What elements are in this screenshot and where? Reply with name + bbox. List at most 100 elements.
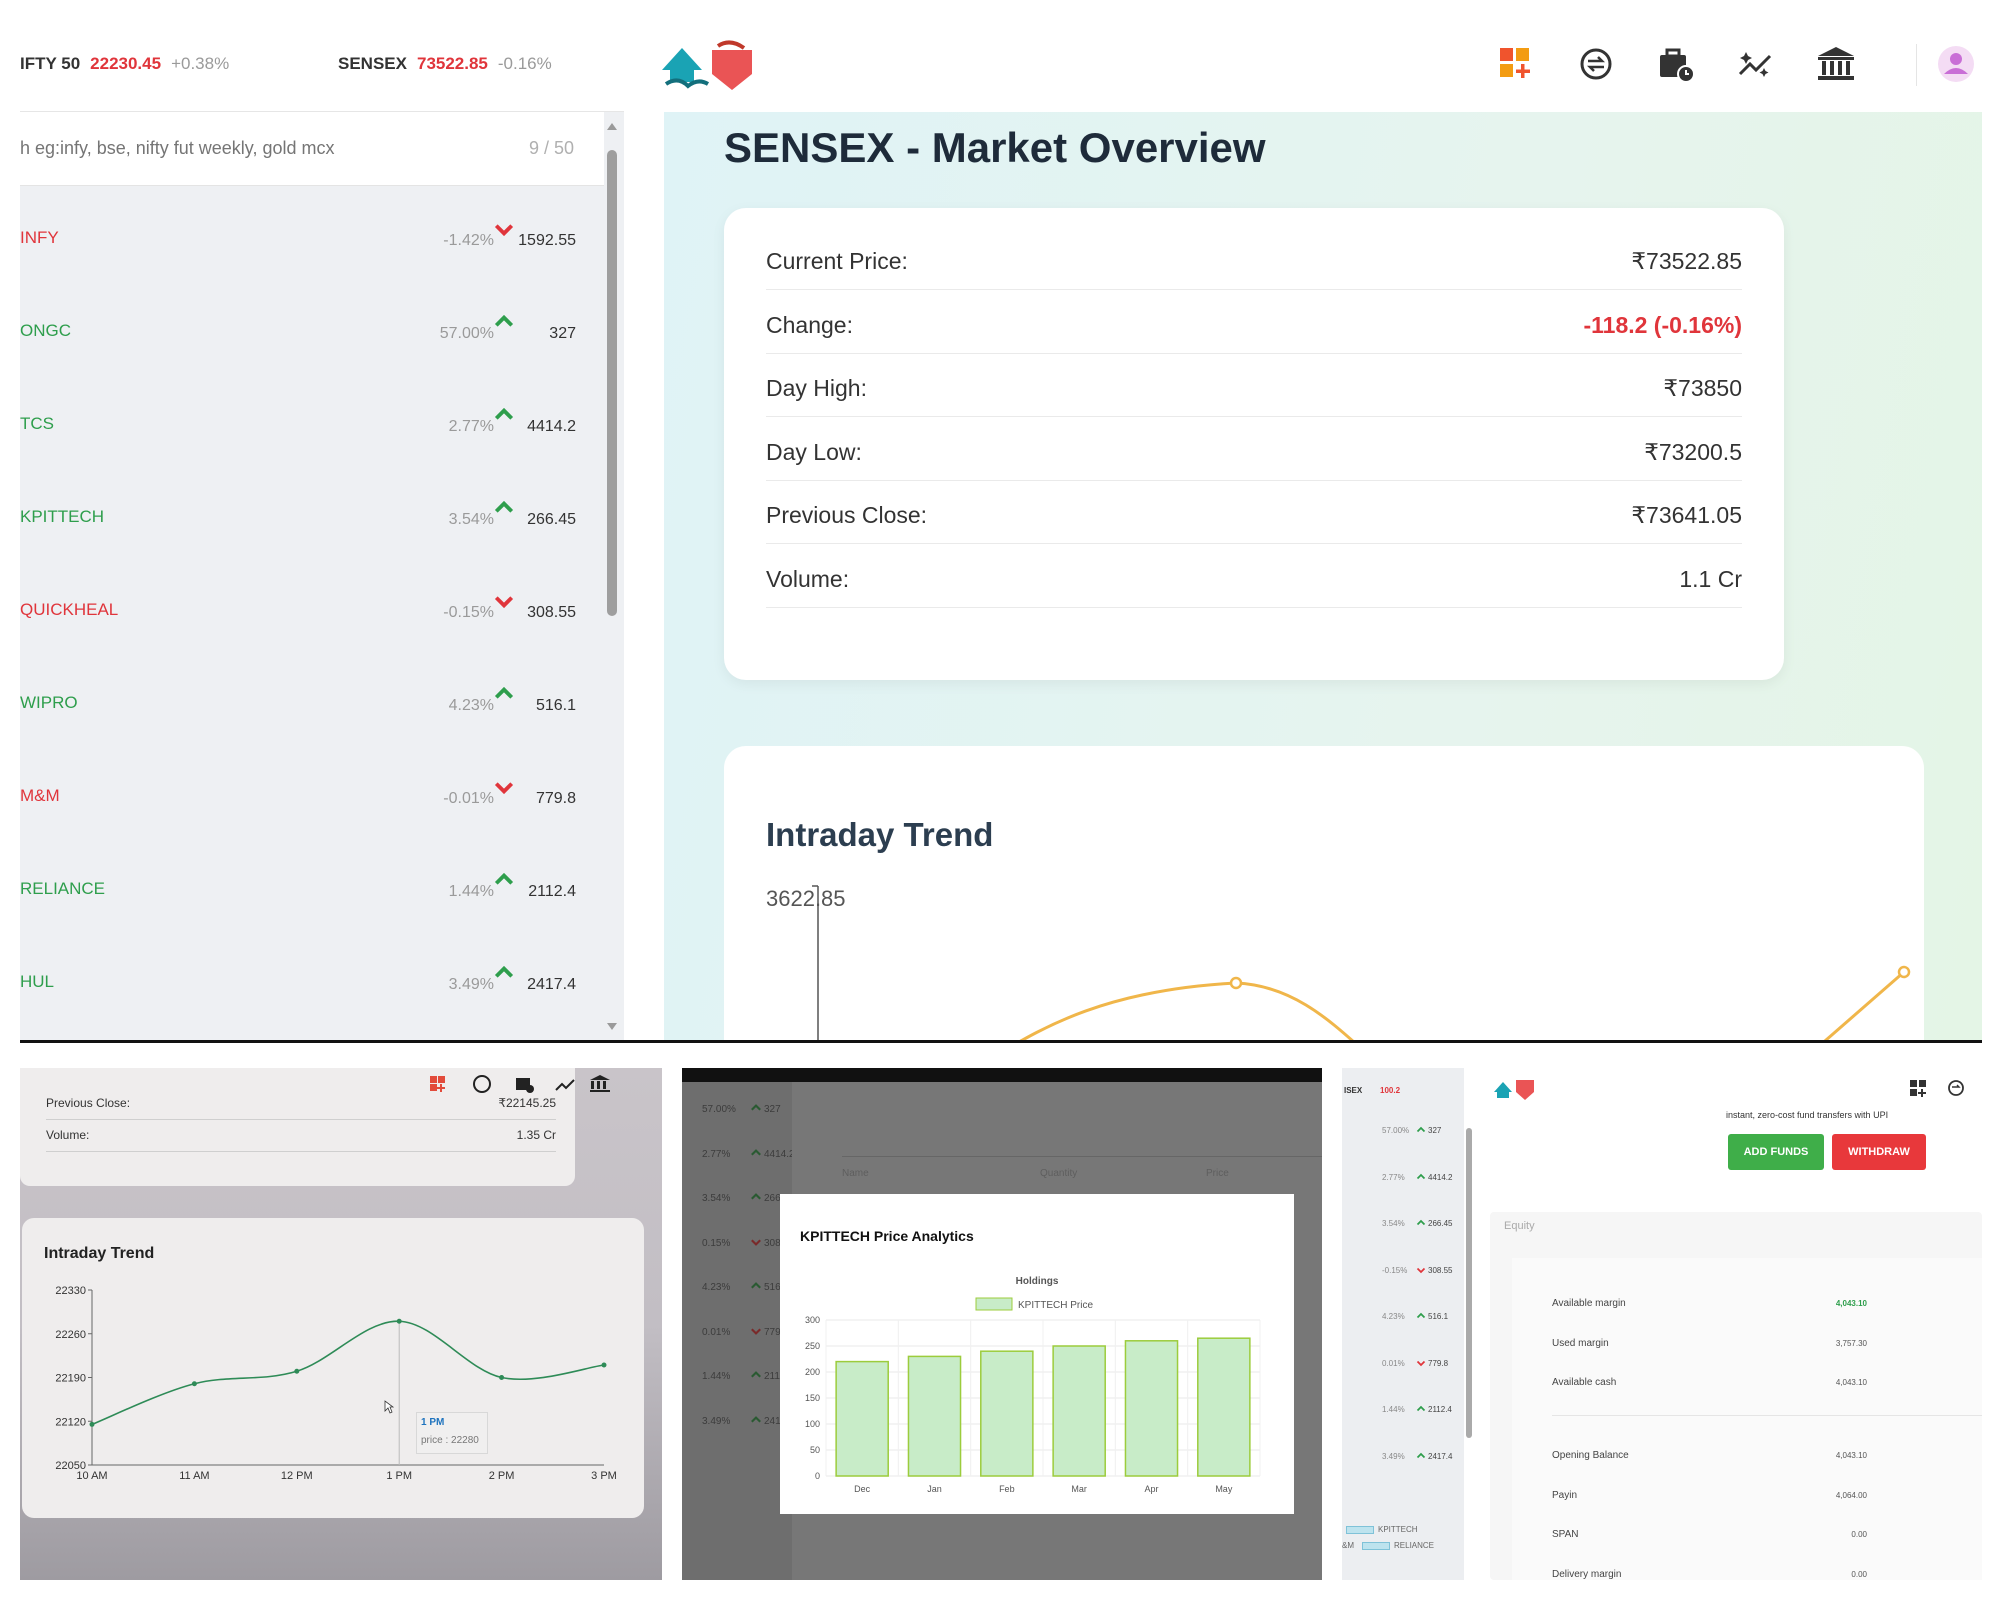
nifty-name: IFTY 50 (20, 54, 81, 73)
bar[interactable] (1197, 1337, 1251, 1477)
trend-point[interactable] (1229, 976, 1243, 990)
chevron-up-icon (494, 314, 514, 327)
photo-intraday-trend-panel: Previous Close: ₹22145.25 Volume: 1.35 C… (20, 1068, 662, 1580)
overview-row: Current Price: ₹73522.85 (766, 228, 1742, 290)
price-point[interactable] (89, 1421, 95, 1427)
bar[interactable] (980, 1350, 1034, 1477)
watchlist-item[interactable]: TCS 2.77% 4414.2 (20, 376, 590, 469)
trend-line-segment (1821, 970, 1905, 1042)
watchlist-item[interactable]: ONGC 57.00% 327 (20, 283, 590, 376)
watchlist-item[interactable]: INFY -1.42% 1592.55 (20, 190, 590, 283)
watchlist-ltp: 2112.4 (528, 883, 576, 900)
watchlist-symbol: RELIANCE (20, 879, 106, 898)
bank-icon[interactable] (1814, 42, 1858, 86)
dimmed-row-ltp: 4414.2 (764, 1148, 795, 1160)
watchlist-arrow (493, 590, 515, 612)
scroll-up-icon[interactable] (605, 120, 619, 134)
overview-value: -118.2 (-0.16%) (1583, 311, 1742, 338)
add-funds-button[interactable]: ADD FUNDS (1728, 1134, 1824, 1170)
price-point[interactable] (396, 1318, 402, 1324)
watchlist-arrow (493, 311, 515, 333)
intraday-line-chart: 220502212022190222602233010 AM 11 AM 12 PM… (55, 1285, 617, 1482)
funds-scrollbar[interactable] (1466, 1128, 1472, 1438)
watchlist-item[interactable]: RELIANCE 1.44% 2112.4 (20, 841, 590, 934)
dashboard-add-icon[interactable] (1908, 1078, 1928, 1098)
bar[interactable] (1052, 1345, 1106, 1477)
nifty-ticker[interactable]: IFTY 50 22230.45 +0.38% (20, 54, 229, 74)
watchlist-ltp: 779.8 (535, 790, 576, 807)
table-header-name: Name (842, 1168, 869, 1179)
watchlist-item[interactable]: M&M -0.01% 779.8 (20, 748, 590, 841)
exchange-icon[interactable] (1574, 42, 1618, 86)
watchlist-item[interactable]: QUICKHEAL -0.15% 308.55 (20, 562, 590, 655)
overview-label: Day Low: (766, 438, 862, 465)
portfolio-icon[interactable] (1654, 42, 1698, 86)
funds-sidebar-ltp: 4414.2 (1428, 1172, 1453, 1182)
analytics-icon[interactable] (1734, 42, 1778, 86)
chevron-up-icon (1416, 1452, 1426, 1458)
trend-line (1015, 981, 1357, 1042)
overview-label: Previous Close: (766, 502, 928, 528)
bar[interactable] (835, 1360, 889, 1477)
watchlist-item[interactable]: WIPRO 4.23% 516.1 (20, 655, 590, 748)
dashboard-add-icon[interactable] (1494, 42, 1538, 86)
price-point[interactable] (294, 1368, 300, 1374)
margin-label: Available margin (1552, 1298, 1626, 1309)
bar[interactable] (907, 1355, 962, 1477)
funds-panel: ISEX 100.2 57.00% 327 2.77% 4414.2 3.54% 266.… (1342, 1068, 1982, 1580)
x-tick-label: 10 AM (76, 1470, 107, 1482)
chevron-up-icon (494, 407, 514, 420)
watchlist-item[interactable]: KPITTECH 3.54% 266.45 (20, 469, 590, 562)
watchlist-scrollbar[interactable] (605, 120, 619, 1035)
margin-value: 0.00 (1851, 1570, 1867, 1579)
scrollbar-thumb[interactable] (607, 150, 617, 616)
nifty-change: +0.38% (171, 54, 230, 73)
watchlist-ltp: 2417.4 (527, 976, 576, 993)
margin-value: 4,043.10 (1835, 1378, 1867, 1387)
withdraw-button[interactable]: WITHDRAW (1832, 1134, 1926, 1170)
dimmed-row-arrow (750, 1146, 762, 1158)
x-tick-label: Feb (999, 1484, 1015, 1494)
margin-label: Delivery margin (1552, 1569, 1622, 1580)
chevron-up-icon (751, 1148, 761, 1156)
x-tick-label: 3 PM (591, 1470, 617, 1482)
overview-value: ₹73850 (1663, 375, 1742, 401)
dimmed-row-arrow (750, 1235, 762, 1247)
search-input[interactable] (20, 130, 500, 166)
funds-watchlist-sidebar (1342, 1068, 1464, 1580)
overview-label: Day High: (766, 375, 867, 401)
sensex-ticker-value: 100.2 (1380, 1086, 1401, 1095)
chevron-up-icon (1416, 1405, 1426, 1412)
y-tick-label: 300 (805, 1315, 820, 1325)
watchlist-ltp: 1592.55 (518, 232, 576, 249)
legend-swatch (975, 1297, 1013, 1311)
price-point[interactable] (499, 1375, 505, 1380)
watchlist-arrow (493, 218, 515, 240)
chevron-up-icon (1416, 1219, 1426, 1226)
funds-sidebar-ltp: 2417.4 (1428, 1451, 1453, 1461)
exchange-icon[interactable] (1946, 1078, 1966, 1098)
profile-icon[interactable] (1934, 42, 1978, 86)
watchlist-item[interactable]: HUL 3.49% 2417.4 (20, 934, 590, 1027)
price-point[interactable] (191, 1381, 197, 1387)
bar[interactable] (1124, 1340, 1179, 1477)
sensex-change: -0.16% (497, 54, 552, 73)
x-tick-label: 2 PM (489, 1470, 515, 1482)
funds-sidebar-arrow (1416, 1448, 1426, 1458)
watchlist-arrow (493, 869, 515, 891)
dimmed-row-arrow (750, 1324, 762, 1336)
funds-sidebar-change: -0.15% (1382, 1265, 1408, 1275)
chevron-down-icon (494, 596, 514, 609)
price-point[interactable] (601, 1362, 607, 1368)
watchlist-ltp: 4414.2 (527, 418, 576, 435)
dimmed-row-ltp: 327 (764, 1104, 781, 1115)
chart-title: Holdings (1016, 1276, 1059, 1287)
sensex-ticker-name[interactable]: ISEX (1344, 1086, 1362, 1095)
scroll-down-icon[interactable] (605, 1020, 619, 1034)
trend-point[interactable] (1897, 965, 1911, 979)
x-tick-label: Jan (927, 1484, 942, 1494)
dimmed-row-change: 1.44% (702, 1371, 731, 1382)
price-analytics-modal-panel: 57.00%3272.77%4414.23.54%266.450.15%308.… (682, 1068, 1322, 1580)
x-tick-label: Mar (1071, 1484, 1087, 1494)
sensex-ticker[interactable]: SENSEX 73522.85 -0.16% (338, 54, 552, 74)
